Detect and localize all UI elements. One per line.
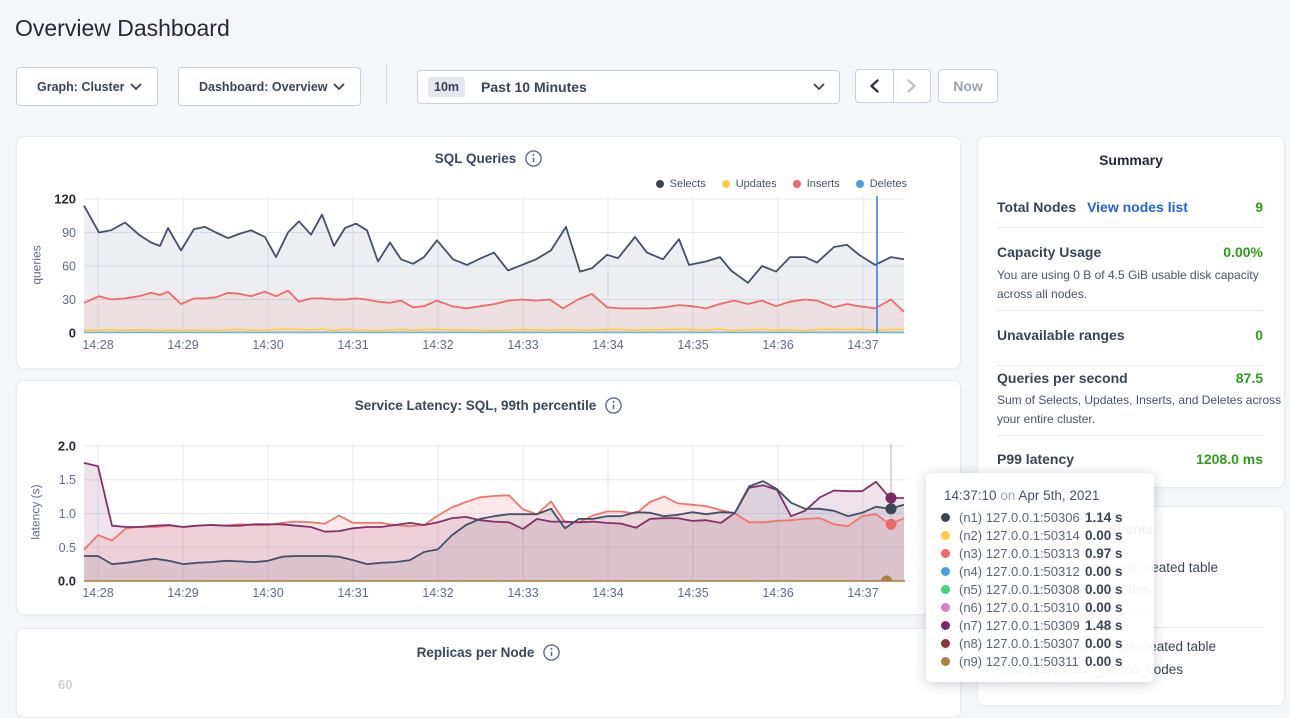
svg-text:1.0: 1.0 bbox=[59, 507, 76, 521]
svg-text:14:36: 14:36 bbox=[762, 338, 793, 352]
svg-text:14:29: 14:29 bbox=[167, 586, 198, 600]
svg-text:14:33: 14:33 bbox=[507, 338, 538, 352]
svg-text:14:32: 14:32 bbox=[422, 586, 453, 600]
svg-text:30: 30 bbox=[62, 293, 76, 307]
svg-text:0.5: 0.5 bbox=[59, 541, 76, 555]
svg-text:14:28: 14:28 bbox=[82, 338, 113, 352]
svg-text:14:37: 14:37 bbox=[847, 338, 878, 352]
svg-text:14:31: 14:31 bbox=[337, 586, 368, 600]
svg-text:14:28: 14:28 bbox=[82, 586, 113, 600]
svg-text:14:36: 14:36 bbox=[762, 586, 793, 600]
svg-text:14:31: 14:31 bbox=[337, 338, 368, 352]
svg-text:14:37: 14:37 bbox=[847, 586, 878, 600]
svg-text:2.0: 2.0 bbox=[58, 439, 76, 454]
svg-text:14:33: 14:33 bbox=[507, 586, 538, 600]
svg-text:0: 0 bbox=[69, 326, 76, 341]
svg-text:14:35: 14:35 bbox=[677, 338, 708, 352]
svg-text:14:30: 14:30 bbox=[252, 586, 283, 600]
svg-text:14:29: 14:29 bbox=[167, 338, 198, 352]
svg-text:14:34: 14:34 bbox=[592, 338, 623, 352]
svg-text:0.0: 0.0 bbox=[58, 574, 76, 589]
svg-text:14:35: 14:35 bbox=[677, 586, 708, 600]
svg-text:90: 90 bbox=[62, 226, 76, 240]
svg-text:14:30: 14:30 bbox=[252, 338, 283, 352]
svg-text:14:34: 14:34 bbox=[592, 586, 623, 600]
svg-text:14:32: 14:32 bbox=[422, 338, 453, 352]
svg-text:1.5: 1.5 bbox=[59, 473, 76, 487]
svg-text:60: 60 bbox=[62, 260, 76, 274]
svg-text:120: 120 bbox=[54, 192, 76, 207]
